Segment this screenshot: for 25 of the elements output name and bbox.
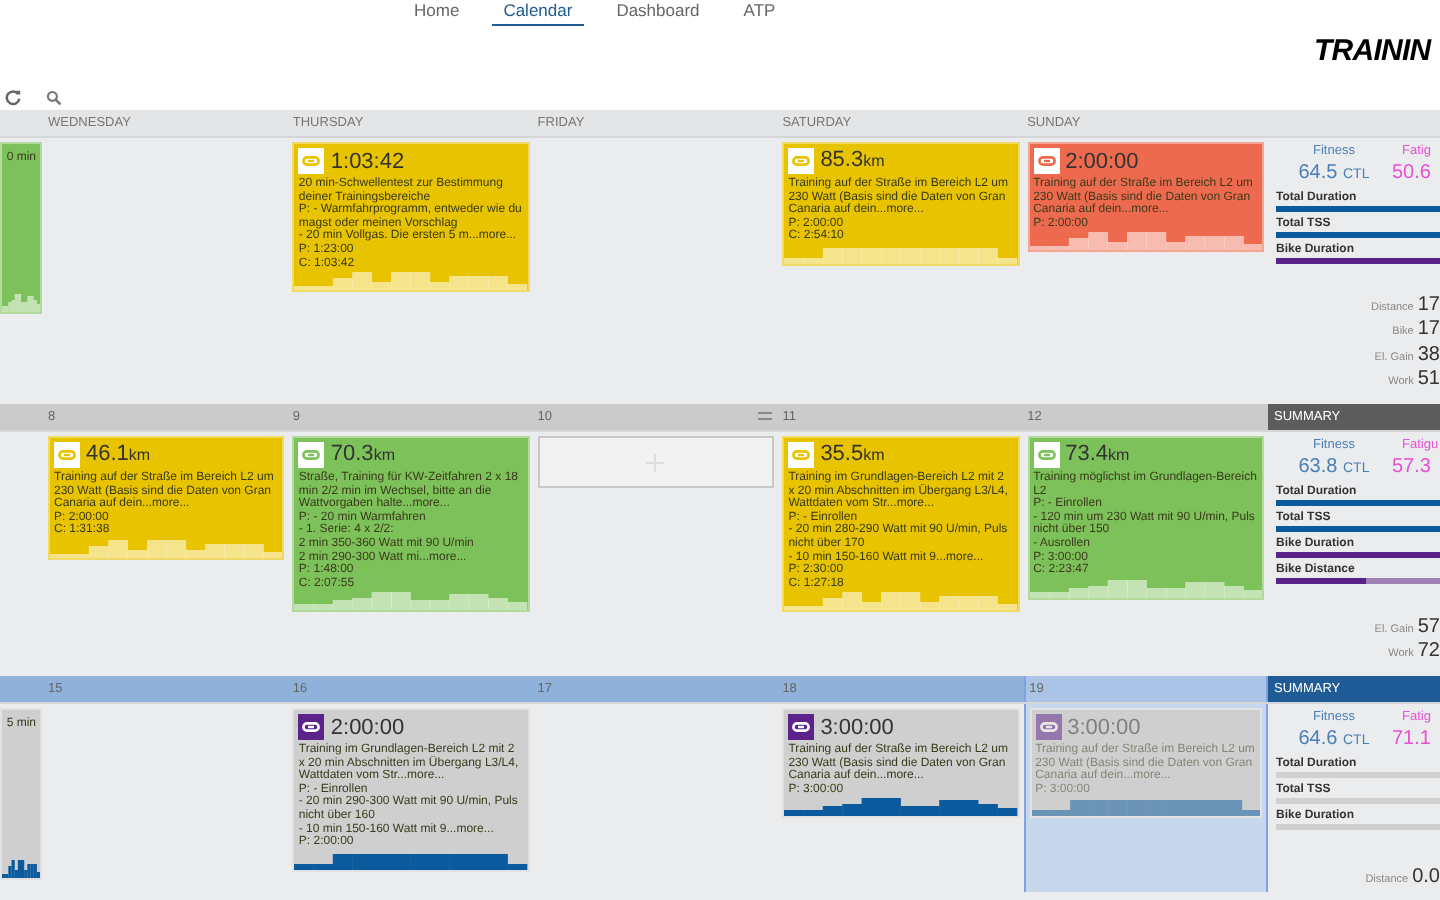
workout-metric: 35.5km (820, 442, 885, 468)
workout-metric: 1:03:42 (330, 150, 405, 174)
workout-metric: 2:00:00 (330, 716, 405, 740)
logo: TRAININ (1314, 32, 1431, 72)
fatigue-value: 71.1 (1392, 727, 1433, 752)
nav-tab[interactable]: Dashboard (604, 0, 712, 26)
workout-metric: 70.3km (330, 442, 395, 468)
workout-metric: 2:00:00 (1065, 150, 1139, 174)
stat-value: 17 (1417, 318, 1440, 341)
stat-value: 17 (1417, 294, 1440, 316)
stat-value: 57 (1417, 615, 1440, 637)
nav-tab[interactable]: Home (402, 0, 472, 26)
fatigue-value: 50.6 (1392, 161, 1433, 186)
nav-tab[interactable]: Calendar (491, 0, 585, 26)
workout-metric: 73.4km (1065, 442, 1130, 468)
workout-metric: 46.1km (86, 442, 151, 468)
workout-metric: 3:00:00 (1067, 716, 1141, 740)
stat-value: 0.0 (1412, 865, 1440, 888)
fatigue-value: 57.3 (1392, 455, 1433, 480)
workout-metric: 85.3km (820, 148, 885, 174)
stat-value: 38 (1417, 343, 1440, 365)
nav-tab[interactable]: ATP (731, 0, 788, 26)
workout-metric: 3:00:00 (820, 716, 894, 740)
stat-value: 72 (1417, 639, 1440, 662)
stat-value: 51 (1417, 367, 1440, 390)
